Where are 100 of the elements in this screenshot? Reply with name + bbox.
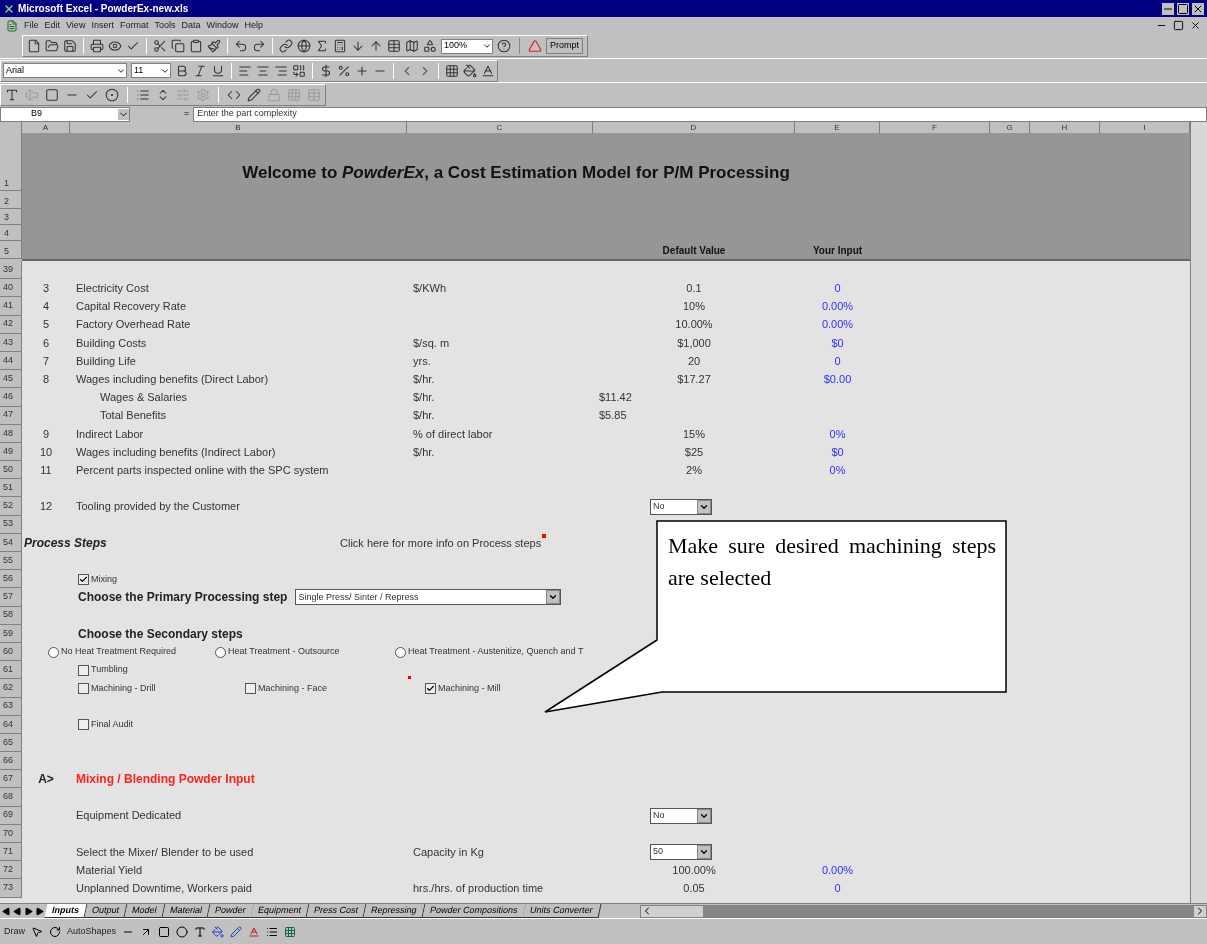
formula-field[interactable]: Enter the part complexity bbox=[193, 106, 1207, 122]
checkbox[interactable] bbox=[245, 682, 256, 694]
fill-color-icon[interactable] bbox=[463, 63, 477, 78]
row-header[interactable]: 51 bbox=[0, 479, 22, 498]
fill-color-icon[interactable] bbox=[212, 925, 225, 938]
shapes-icon[interactable] bbox=[423, 39, 437, 53]
dropdown[interactable]: Single Press/ Sinter / Repress bbox=[295, 589, 562, 606]
last-sheet-icon[interactable] bbox=[35, 906, 44, 916]
close-icon[interactable] bbox=[1192, 2, 1204, 15]
row-header[interactable]: 2 bbox=[0, 191, 22, 209]
row-header[interactable]: 3 bbox=[0, 209, 22, 225]
row-header[interactable]: 66 bbox=[0, 752, 22, 771]
zoom-combo[interactable]: 100% bbox=[441, 38, 493, 54]
brush-icon[interactable] bbox=[207, 39, 221, 53]
checkbox[interactable] bbox=[78, 682, 89, 694]
edit-icon[interactable] bbox=[247, 87, 261, 102]
cut-icon[interactable] bbox=[153, 39, 167, 53]
info-link[interactable]: Click here for more info on Process steps bbox=[340, 534, 542, 552]
rotate-icon[interactable] bbox=[49, 925, 61, 938]
sheet-tab[interactable]: Inputs bbox=[44, 904, 88, 918]
row-header[interactable]: 61 bbox=[0, 661, 22, 680]
row-header[interactable]: 71 bbox=[0, 843, 22, 862]
row-header[interactable]: 55 bbox=[0, 552, 22, 571]
row-header[interactable]: 67 bbox=[0, 770, 22, 789]
row-header[interactable]: 52 bbox=[0, 497, 22, 516]
oval-icon[interactable] bbox=[176, 925, 189, 938]
row-header[interactable]: 73 bbox=[0, 879, 22, 898]
bold-icon[interactable] bbox=[175, 63, 189, 78]
menu-item[interactable]: Insert bbox=[91, 18, 114, 33]
checkbox[interactable] bbox=[425, 682, 436, 694]
row-header[interactable]: 45 bbox=[0, 370, 22, 389]
copy-icon[interactable] bbox=[171, 39, 185, 53]
dropdown[interactable]: No bbox=[650, 807, 712, 824]
checkbox[interactable] bbox=[78, 573, 89, 585]
undo-icon[interactable] bbox=[234, 39, 248, 53]
row-header[interactable]: 72 bbox=[0, 861, 22, 880]
row-header[interactable]: 56 bbox=[0, 570, 22, 589]
previous-sheet-icon[interactable] bbox=[13, 906, 22, 916]
currency-icon[interactable] bbox=[319, 63, 333, 78]
draw-menu[interactable]: Draw bbox=[4, 924, 25, 939]
row-header[interactable]: 41 bbox=[0, 297, 22, 316]
folder-icon[interactable] bbox=[45, 39, 59, 53]
font-combo[interactable]: Arial bbox=[3, 63, 127, 78]
new-file-icon[interactable] bbox=[27, 39, 41, 53]
size-combo[interactable]: 11 bbox=[131, 63, 171, 78]
checkbox[interactable] bbox=[78, 719, 89, 731]
map-icon[interactable] bbox=[405, 39, 419, 53]
rectangle-icon[interactable] bbox=[158, 925, 171, 938]
radio-button[interactable] bbox=[215, 646, 226, 658]
menu-item[interactable]: Data bbox=[181, 18, 201, 33]
restore-icon[interactable] bbox=[1173, 20, 1184, 31]
workbook-icon[interactable] bbox=[6, 19, 18, 32]
sheet-tab[interactable]: Powder Compositions bbox=[422, 904, 526, 918]
sheet-tab[interactable]: Model bbox=[124, 904, 166, 918]
save-icon[interactable] bbox=[63, 39, 77, 53]
line-color-icon[interactable] bbox=[230, 925, 243, 938]
text-box-icon[interactable] bbox=[194, 925, 207, 938]
close-icon[interactable] bbox=[1190, 20, 1201, 31]
sheet-tab[interactable]: Units Converter bbox=[522, 904, 602, 918]
borders-icon[interactable] bbox=[445, 63, 459, 78]
redo-icon[interactable] bbox=[252, 39, 266, 53]
label-icon[interactable] bbox=[5, 87, 19, 102]
dropdown[interactable]: No bbox=[650, 498, 712, 515]
first-sheet-icon[interactable] bbox=[2, 906, 11, 916]
italic-icon[interactable] bbox=[193, 63, 207, 78]
autoshapes-menu[interactable]: AutoShapes bbox=[67, 924, 117, 939]
menu-item[interactable]: Tools bbox=[154, 18, 176, 33]
prompt-button[interactable]: Prompt bbox=[546, 38, 583, 54]
globe-icon[interactable] bbox=[297, 39, 311, 53]
menu-item[interactable]: View bbox=[66, 18, 86, 33]
print-icon[interactable] bbox=[90, 39, 104, 53]
sheet-tab[interactable]: Press Cost bbox=[306, 904, 367, 918]
group-box-icon[interactable] bbox=[45, 87, 59, 102]
pointer-icon[interactable] bbox=[31, 925, 43, 938]
next-sheet-icon[interactable] bbox=[24, 906, 33, 916]
sheet-tab[interactable]: Powder bbox=[207, 904, 254, 918]
row-header[interactable]: 5 bbox=[0, 241, 22, 259]
sheet-tab[interactable]: Output bbox=[84, 904, 128, 918]
underline-icon[interactable] bbox=[211, 63, 225, 78]
menu-item[interactable]: Edit bbox=[44, 18, 61, 33]
radio-icon[interactable] bbox=[105, 87, 119, 102]
menu-item[interactable]: Format bbox=[119, 18, 149, 33]
row-header[interactable]: 68 bbox=[0, 788, 22, 807]
sigma-icon[interactable] bbox=[315, 39, 329, 53]
horizontal-scrollbar[interactable] bbox=[639, 904, 1207, 918]
radio-button[interactable] bbox=[48, 646, 59, 658]
preview-icon[interactable] bbox=[108, 39, 122, 53]
dropdown[interactable]: 50 bbox=[650, 844, 712, 861]
row-header[interactable]: 40 bbox=[0, 279, 22, 298]
font-color-icon[interactable] bbox=[481, 63, 495, 78]
paste-icon[interactable] bbox=[189, 39, 203, 53]
radio-button[interactable] bbox=[395, 646, 406, 658]
name-box[interactable]: B9 bbox=[0, 106, 130, 122]
link-icon[interactable] bbox=[279, 39, 293, 53]
row-header[interactable]: 50 bbox=[0, 461, 22, 480]
row-header[interactable]: 1 bbox=[0, 133, 22, 191]
font-color-icon[interactable] bbox=[248, 925, 261, 938]
vertical-scrollbar[interactable] bbox=[1190, 122, 1207, 903]
menu-item[interactable]: File bbox=[24, 18, 39, 33]
percent-icon[interactable] bbox=[337, 63, 351, 78]
